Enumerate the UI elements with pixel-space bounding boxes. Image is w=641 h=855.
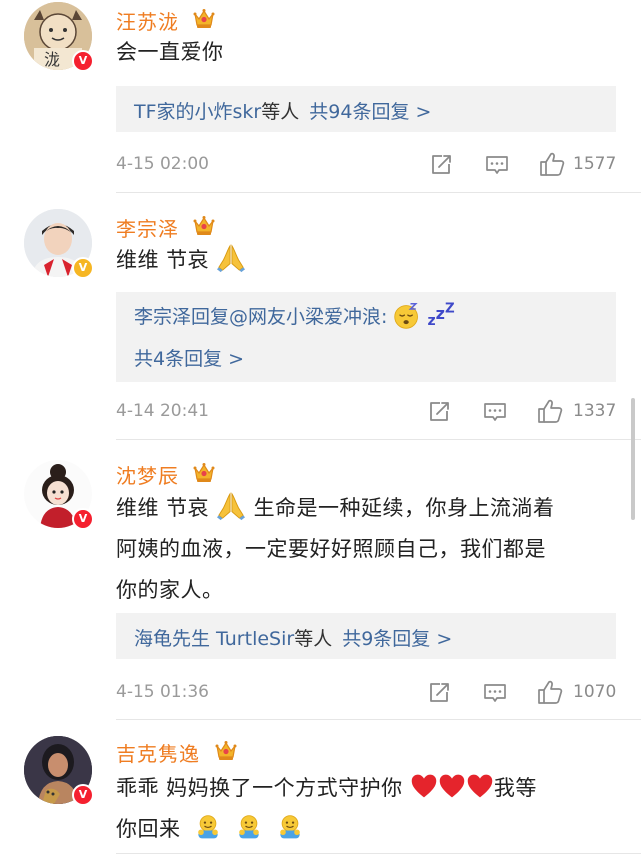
zzz-emoji: zzZ xyxy=(427,302,455,329)
crown-badge-icon xyxy=(192,461,216,483)
verified-badge: V xyxy=(72,784,94,806)
comment-item: V 吉克隽逸 乖乖 妈妈换了一个方式守护你 我等 你回来 xyxy=(0,720,641,855)
comment-line: 阿姨的血液，一定要好好照顾自己，我们都是 xyxy=(116,537,546,561)
crown-badge-icon xyxy=(214,739,238,761)
reply-total[interactable]: 共94条回复 > xyxy=(309,101,431,123)
comment-icon[interactable] xyxy=(483,400,507,424)
reply-preview[interactable]: 李宗泽回复@网友小梁爱冲浪: zzZ xyxy=(134,302,455,330)
comment-text-segment: 我等 xyxy=(493,776,537,800)
reply-summary-line: TF家的小炸skr等人 共94条回复 > xyxy=(134,97,431,124)
reply-preview-text: 李宗泽回复@网友小梁爱冲浪: xyxy=(134,306,388,328)
crown-badge-icon xyxy=(192,214,216,236)
heart-emoji xyxy=(410,772,438,800)
comment-text: 乖乖 妈妈换了一个方式守护你 我等 你回来 xyxy=(116,768,626,850)
comment-text: 维维 节哀 生命是一种延续，你身上流淌着 阿姨的血液，一定要好好照顾自己，我们都… xyxy=(116,488,626,611)
share-icon[interactable] xyxy=(427,681,451,705)
comment-icon[interactable] xyxy=(485,153,509,177)
comment-line: 乖乖 妈妈换了一个方式守护你 我等 xyxy=(116,768,626,809)
hug-emoji xyxy=(194,813,222,841)
comment-icon[interactable] xyxy=(483,681,507,705)
comment-item: 泷 V 汪苏泷 会一直爱你 TF家的小炸skr等人 共94条回复 > 4-15 0… xyxy=(0,0,641,193)
reply-users-suffix: 等人 xyxy=(261,101,300,123)
scrollbar[interactable] xyxy=(631,398,635,520)
username[interactable]: 吉克隽逸 xyxy=(116,738,200,767)
timestamp: 4-14 20:41 xyxy=(116,401,209,421)
share-icon[interactable] xyxy=(429,153,453,177)
verified-badge: V xyxy=(72,257,94,279)
comment-text-segment: 维维 节哀 xyxy=(116,496,210,520)
comment-item: V 沈梦辰 维维 节哀 生命是一种延续，你身上流淌着 阿姨的血液，一定要好好照顾… xyxy=(0,440,641,720)
hug-emoji xyxy=(276,813,304,841)
username[interactable]: 汪苏泷 xyxy=(116,6,179,35)
heart-emoji xyxy=(466,772,494,800)
sleeping-emoji xyxy=(393,302,421,330)
reply-total[interactable]: 共4条回复 > xyxy=(134,344,244,371)
reply-total[interactable]: 共9条回复 > xyxy=(342,628,452,650)
comment-text: 维维 节哀 xyxy=(116,240,246,281)
like-count: 1337 xyxy=(573,401,617,421)
reply-summary[interactable]: 海龟先生 TurtleSir等人 共9条回复 > xyxy=(116,613,616,659)
like-count: 1070 xyxy=(573,682,617,702)
comment-text-segment: 你回来 xyxy=(116,817,181,841)
comment-text: 会一直爱你 xyxy=(116,40,224,64)
reply-summary[interactable]: TF家的小炸skr等人 共94条回复 > xyxy=(116,86,616,132)
prayer-emoji xyxy=(216,491,246,521)
like-count: 1577 xyxy=(573,154,617,174)
username[interactable]: 沈梦辰 xyxy=(116,460,179,489)
comment-item: V 李宗泽 维维 节哀 李宗泽回复@网友小梁爱冲浪: zzZ 共4条回复 > 4… xyxy=(0,193,641,440)
comment-line: 你的家人。 xyxy=(116,578,224,602)
reply-preview-box[interactable]: 李宗泽回复@网友小梁爱冲浪: zzZ 共4条回复 > xyxy=(116,292,616,382)
divider xyxy=(116,853,641,854)
comment-line: 你回来 xyxy=(116,809,626,850)
verified-badge: V xyxy=(72,50,94,72)
timestamp: 4-15 02:00 xyxy=(116,154,209,174)
reply-users[interactable]: TF家的小炸skr xyxy=(134,101,261,123)
reply-users[interactable]: 海龟先生 TurtleSir xyxy=(134,628,294,650)
share-icon[interactable] xyxy=(427,400,451,424)
like-icon[interactable] xyxy=(539,151,565,177)
username[interactable]: 李宗泽 xyxy=(116,213,179,242)
like-icon[interactable] xyxy=(537,398,563,424)
verified-badge: V xyxy=(72,508,94,530)
comment-text-segment: 乖乖 妈妈换了一个方式守护你 xyxy=(116,776,403,800)
timestamp: 4-15 01:36 xyxy=(116,682,209,702)
comment-line: 维维 节哀 生命是一种延续，你身上流淌着 xyxy=(116,488,626,529)
crown-badge-icon xyxy=(192,7,216,29)
reply-summary-line: 海龟先生 TurtleSir等人 共9条回复 > xyxy=(134,624,452,651)
comment-text-segment: 生命是一种延续，你身上流淌着 xyxy=(253,496,555,520)
heart-emoji xyxy=(438,772,466,800)
prayer-emoji xyxy=(216,243,246,273)
comment-text-content: 维维 节哀 xyxy=(116,248,210,272)
like-icon[interactable] xyxy=(537,679,563,705)
avatar-caption: 泷 xyxy=(44,50,61,69)
reply-users-suffix: 等人 xyxy=(294,628,333,650)
hug-emoji xyxy=(235,813,263,841)
